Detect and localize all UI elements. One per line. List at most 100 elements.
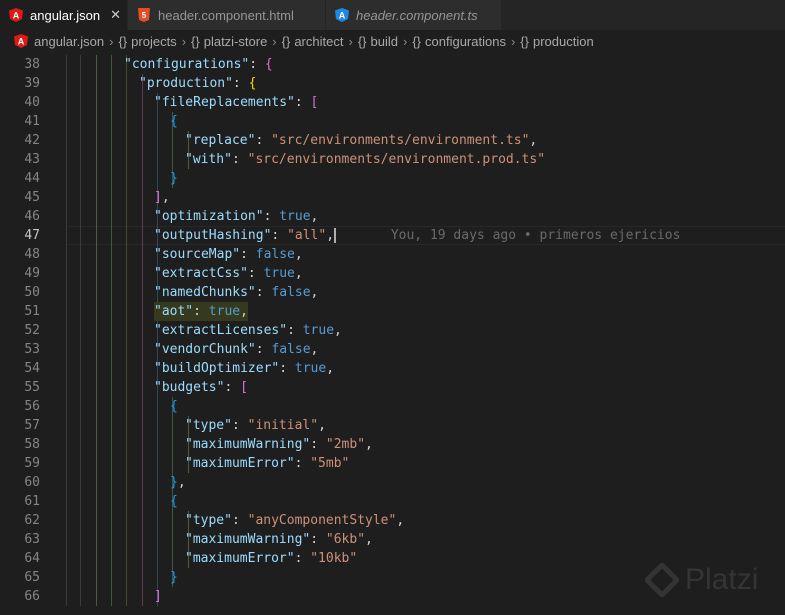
indent-guide — [111, 511, 112, 530]
code-line[interactable]: "replace": "src/environments/environment… — [185, 131, 537, 150]
code-line[interactable]: "sourceMap": false, — [154, 245, 303, 264]
code-line[interactable]: "maximumWarning": "6kb", — [185, 530, 373, 549]
angular-icon: A — [8, 7, 24, 23]
indent-guide — [111, 378, 112, 397]
indent-guide — [111, 454, 112, 473]
code-line[interactable]: "budgets": [ — [154, 378, 248, 397]
tab-label: angular.json — [30, 7, 101, 23]
code-line[interactable]: ] — [154, 587, 162, 606]
code-line[interactable]: "buildOptimizer": true, — [154, 359, 334, 378]
code-token: "buildOptimizer" — [154, 361, 280, 376]
chevron-right-icon: › — [109, 33, 114, 49]
indent-guide — [142, 587, 143, 606]
code-line[interactable]: } — [170, 169, 178, 188]
code-token: { — [170, 494, 178, 509]
close-icon[interactable]: ✕ — [110, 7, 121, 23]
indent-guide — [111, 359, 112, 378]
code-line[interactable]: "type": "initial", — [185, 416, 326, 435]
indent-guide — [126, 397, 127, 416]
code-line[interactable]: "with": "src/environments/environment.pr… — [185, 150, 545, 169]
indent-guide — [66, 93, 67, 112]
line-number: 61 — [24, 494, 40, 509]
line-number: 45 — [24, 190, 40, 205]
code-token: : — [271, 228, 288, 243]
breadcrumb-item[interactable]: build — [371, 34, 398, 49]
indent-guide — [126, 568, 127, 587]
indent-guide — [96, 340, 97, 359]
line-number: 38 — [24, 57, 40, 72]
breadcrumb-item[interactable]: architect — [294, 34, 343, 49]
indent-guide — [142, 226, 143, 245]
indent-guide — [111, 568, 112, 587]
code-line[interactable]: "type": "anyComponentStyle", — [185, 511, 404, 530]
indent-guide — [142, 473, 143, 492]
tab-header-component-html[interactable]: 5 header.component.html — [128, 0, 326, 30]
code-line[interactable]: "maximumError": "10kb" — [185, 549, 357, 568]
indent-guide — [80, 359, 81, 378]
code-token: "initial" — [247, 418, 319, 433]
indent-guide — [66, 378, 67, 397]
code-token: , — [294, 266, 303, 281]
code-line[interactable]: "extractCss": true, — [154, 264, 303, 283]
indent-guide — [142, 188, 143, 207]
code-line[interactable]: "production": { — [139, 74, 256, 93]
indent-guide — [80, 378, 81, 397]
tab-header-component-ts[interactable]: A header.component.ts — [326, 0, 502, 30]
code-line[interactable]: "maximumWarning": "2mb", — [185, 435, 373, 454]
indent-guide — [96, 283, 97, 302]
code-line[interactable]: }, — [170, 473, 186, 492]
code-line[interactable]: "aot": true, — [154, 302, 248, 321]
indent-guide — [96, 55, 97, 74]
code-line[interactable]: } — [170, 568, 178, 587]
code-line[interactable]: "extractLicenses": true, — [154, 321, 342, 340]
code-line[interactable]: "configurations": { — [124, 55, 273, 74]
line-number: 55 — [24, 380, 40, 395]
breadcrumb-item[interactable]: projects — [131, 34, 177, 49]
code-token: "2mb" — [325, 437, 366, 452]
code-line[interactable]: "namedChunks": false, — [154, 283, 318, 302]
breadcrumb-file[interactable]: angular.json — [34, 34, 104, 49]
line-number: 53 — [24, 342, 40, 357]
breadcrumb-item[interactable]: platzi-store — [204, 34, 268, 49]
code-line[interactable]: "maximumError": "5mb" — [185, 454, 349, 473]
indent-guide — [157, 568, 158, 587]
code-line[interactable]: ], — [154, 188, 170, 207]
code-token: ] — [154, 190, 162, 205]
tab-label: header.component.html — [158, 7, 294, 23]
indent-guide — [142, 245, 143, 264]
indent-guide — [66, 492, 67, 511]
code-line[interactable]: "outputHashing": "all", You, 19 days ago… — [154, 226, 680, 245]
code-token: : — [310, 532, 326, 547]
indent-guide — [66, 530, 67, 549]
indent-guide — [96, 416, 97, 435]
git-blame-annotation: You, 19 days ago • primeros ejericios — [336, 228, 681, 243]
indent-guide — [96, 207, 97, 226]
code-line[interactable]: "fileReplacements": [ — [154, 93, 318, 112]
line-number: 58 — [24, 437, 40, 452]
code-line[interactable]: { — [170, 397, 178, 416]
indent-guide — [142, 283, 143, 302]
code-line[interactable]: { — [170, 492, 178, 511]
indent-guide — [111, 226, 112, 245]
code-line[interactable]: { — [170, 112, 178, 131]
indent-guide — [126, 169, 127, 188]
indent-guide — [172, 530, 173, 549]
indent-guide — [80, 74, 81, 93]
code-token: "with" — [185, 152, 232, 167]
indent-guide — [96, 435, 97, 454]
tab-angular-json[interactable]: A angular.json ✕ — [0, 0, 128, 30]
platzi-watermark: Platzi — [645, 563, 758, 597]
code-line[interactable]: "vendorChunk": false, — [154, 340, 318, 359]
code-token: : — [231, 513, 248, 528]
indent-guide — [172, 131, 173, 150]
breadcrumb-item[interactable]: production — [533, 34, 594, 49]
code-token: { — [170, 114, 178, 129]
breadcrumb-item[interactable]: configurations — [425, 34, 506, 49]
code-token: "sourceMap" — [154, 247, 241, 262]
indent-guide — [80, 321, 81, 340]
line-number: 62 — [24, 513, 40, 528]
code-line[interactable]: "optimization": true, — [154, 207, 318, 226]
code-editor[interactable]: 38 "configurations": {39 "production": {40… — [0, 52, 785, 615]
indent-guide — [96, 473, 97, 492]
indent-guide — [142, 321, 143, 340]
